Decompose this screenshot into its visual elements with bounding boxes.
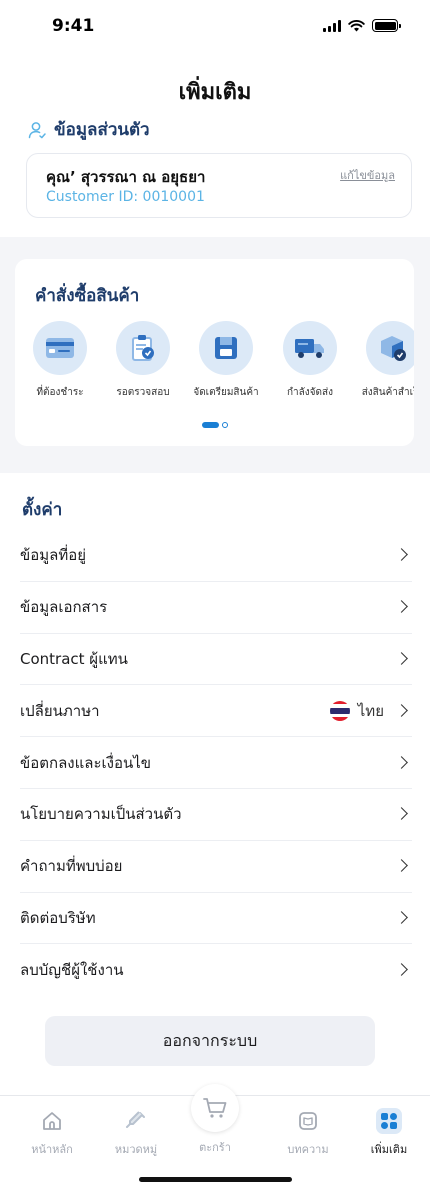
- thai-flag-icon: [329, 700, 350, 721]
- page-dot-active: [202, 422, 219, 428]
- settings-item-delete-account[interactable]: ลบบัญชีผู้ใช้งาน: [20, 944, 412, 996]
- language-value: ไทย: [329, 699, 384, 723]
- settings-item-label: คำถามที่พบบ่อย: [20, 857, 123, 876]
- orders-card: คำสั่งซื้อสินค้า ที่ต้องชำระ รอตรวจสอบ จ…: [15, 259, 414, 446]
- chevron-right-icon: [395, 859, 408, 873]
- battery-icon: [372, 19, 401, 32]
- settings-item-privacy-policy[interactable]: นโยบายความเป็นส่วนตัว: [20, 789, 412, 841]
- order-status-preparing[interactable]: จัดเตรียมสินค้า: [184, 321, 268, 400]
- chevron-right-icon: [395, 807, 408, 821]
- settings-item-contract[interactable]: Contract ผู้แทน: [20, 634, 412, 686]
- tab-label: หน้าหลัก: [31, 1143, 73, 1156]
- tab-cart-button[interactable]: [191, 1084, 239, 1132]
- package-prepare-icon: [199, 321, 253, 375]
- profile-heading-label: ข้อมูลส่วนตัว: [54, 120, 150, 140]
- chevron-right-icon: [395, 703, 408, 717]
- settings-item-documents[interactable]: ข้อมูลเอกสาร: [20, 582, 412, 634]
- profile-heading: ข้อมูลส่วนตัว: [28, 116, 150, 143]
- order-status-pending-review[interactable]: รอตรวจสอบ: [101, 321, 185, 400]
- orders-title: คำสั่งซื้อสินค้า: [35, 286, 140, 306]
- settings-item-contact-company[interactable]: ติดต่อบริษัท: [20, 893, 412, 945]
- tab-cart[interactable]: ตะกร้า: [180, 1138, 250, 1156]
- order-status-shipping[interactable]: กำลังจัดส่ง: [268, 321, 352, 400]
- settings-heading: ตั้งค่า: [22, 500, 63, 520]
- settings-item-terms[interactable]: ข้อตกลงและเงื่อนไข: [20, 737, 412, 789]
- language-value-label: ไทย: [357, 701, 384, 720]
- syringe-icon: [123, 1108, 149, 1134]
- chevron-right-icon: [395, 755, 408, 769]
- chevron-right-icon: [395, 963, 408, 977]
- profile-card: คุณ’ สุวรรณา ณ อยุธยา Customer ID: 00100…: [26, 153, 412, 218]
- settings-item-faq[interactable]: คำถามที่พบบ่อย: [20, 841, 412, 893]
- clipboard-check-icon: [116, 321, 170, 375]
- cellular-signal-icon: [323, 19, 341, 32]
- settings-item-label: เปลี่ยนภาษา: [20, 701, 100, 720]
- settings-item-label: ข้อมูลเอกสาร: [20, 598, 108, 617]
- box-delivered-icon: [366, 321, 414, 375]
- logout-button[interactable]: ออกจากระบบ: [45, 1016, 375, 1066]
- cart-icon: [203, 1098, 227, 1118]
- home-indicator[interactable]: [139, 1177, 292, 1182]
- tab-categories[interactable]: หมวดหมู่: [101, 1108, 171, 1158]
- order-status-label: รอตรวจสอบ: [116, 387, 170, 398]
- tab-more[interactable]: เพิ่มเติม: [354, 1108, 424, 1158]
- chevron-right-icon: [395, 652, 408, 665]
- settings-item-language[interactable]: เปลี่ยนภาษา ไทย: [20, 685, 412, 738]
- settings-list: ข้อมูลที่อยู่ ข้อมูลเอกสาร Contract ผู้แ…: [20, 530, 412, 996]
- tab-label: บทความ: [287, 1143, 329, 1156]
- user-icon: [28, 121, 46, 138]
- settings-item-label: ลบบัญชีผู้ใช้งาน: [20, 961, 124, 980]
- grid-icon: [376, 1108, 402, 1134]
- page-dot: [222, 422, 228, 428]
- tab-label: ตะกร้า: [199, 1141, 231, 1154]
- wifi-icon: [348, 19, 365, 31]
- tab-articles[interactable]: บทความ: [273, 1108, 343, 1158]
- order-status-label: กำลังจัดส่ง: [286, 387, 334, 398]
- settings-item-label: ติดต่อบริษัท: [20, 908, 96, 927]
- edit-profile-link[interactable]: แก้ไขข้อมูล: [340, 166, 395, 184]
- order-status-to-pay[interactable]: ที่ต้องชำระ: [18, 321, 102, 400]
- credit-card-icon: [33, 321, 87, 375]
- settings-item-label: ข้อตกลงและเงื่อนไข: [20, 753, 152, 772]
- order-status-delivered[interactable]: ส่งสินค้าสำเร็จ: [351, 321, 414, 400]
- delivery-truck-icon: [283, 321, 337, 375]
- customer-name: คุณ’ สุวรรณา ณ อยุธยา: [46, 168, 206, 186]
- carousel-page-indicator[interactable]: [202, 422, 228, 428]
- tab-home[interactable]: หน้าหลัก: [17, 1108, 87, 1158]
- chevron-right-icon: [395, 548, 408, 562]
- home-icon: [39, 1108, 65, 1134]
- order-status-label: ส่งสินค้าสำเร็จ: [361, 387, 414, 398]
- status-time: 9:41: [52, 16, 95, 36]
- status-bar: 9:41: [0, 0, 430, 54]
- order-status-label: ที่ต้องชำระ: [36, 387, 84, 398]
- tab-label: หมวดหมู่: [114, 1143, 158, 1156]
- book-icon: [295, 1108, 321, 1134]
- settings-item-label: ข้อมูลที่อยู่: [20, 546, 87, 565]
- settings-item-label: Contract ผู้แทน: [20, 649, 128, 668]
- settings-item-label: นโยบายความเป็นส่วนตัว: [20, 805, 182, 824]
- page-title: เพิ่มเติม: [178, 80, 252, 105]
- settings-item-address[interactable]: ข้อมูลที่อยู่: [20, 530, 412, 582]
- chevron-right-icon: [395, 911, 408, 924]
- chevron-right-icon: [395, 600, 408, 614]
- order-status-label: จัดเตรียมสินค้า: [193, 387, 259, 398]
- status-icons: [323, 19, 401, 32]
- customer-id: Customer ID: 0010001: [46, 189, 205, 205]
- tab-label: เพิ่มเติม: [370, 1143, 408, 1156]
